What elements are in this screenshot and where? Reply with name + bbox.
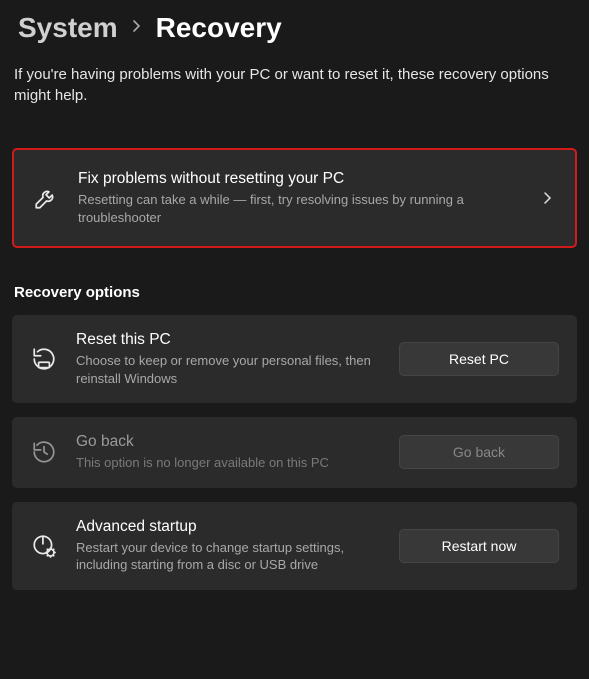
reset-icon [30,346,58,372]
card-title: Go back [76,433,381,451]
card-subtitle: Resetting can take a while — first, try … [78,191,519,226]
section-heading: Recovery options [12,284,577,301]
card-body: Reset this PC Choose to keep or remove y… [76,331,381,387]
card-body: Go back This option is no longer availab… [76,433,381,472]
card-subtitle: This option is no longer available on th… [76,454,381,472]
history-icon [30,439,58,465]
card-action: Go back [399,435,559,469]
card-action: Restart now [399,529,559,563]
card-title: Advanced startup [76,518,381,536]
chevron-right-icon [132,19,142,38]
card-body: Fix problems without resetting your PC R… [78,170,519,226]
wrench-icon [32,185,60,211]
reset-pc-button[interactable]: Reset PC [399,342,559,376]
card-body: Advanced startup Restart your device to … [76,518,381,574]
power-gear-icon [30,533,58,559]
go-back-button: Go back [399,435,559,469]
go-back-card: Go back This option is no longer availab… [12,417,577,488]
advanced-startup-card: Advanced startup Restart your device to … [12,502,577,590]
page-title: Recovery [156,12,282,44]
breadcrumb: System Recovery [12,12,577,44]
restart-now-button[interactable]: Restart now [399,529,559,563]
card-subtitle: Restart your device to change startup se… [76,539,381,574]
breadcrumb-parent[interactable]: System [18,12,118,44]
card-title: Fix problems without resetting your PC [78,170,519,188]
fix-problems-card[interactable]: Fix problems without resetting your PC R… [12,148,577,248]
card-title: Reset this PC [76,331,381,349]
chevron-right-icon [537,188,557,208]
card-action: Reset PC [399,342,559,376]
page-description: If you're having problems with your PC o… [12,64,577,106]
card-subtitle: Choose to keep or remove your personal f… [76,352,381,387]
reset-pc-card: Reset this PC Choose to keep or remove y… [12,315,577,403]
